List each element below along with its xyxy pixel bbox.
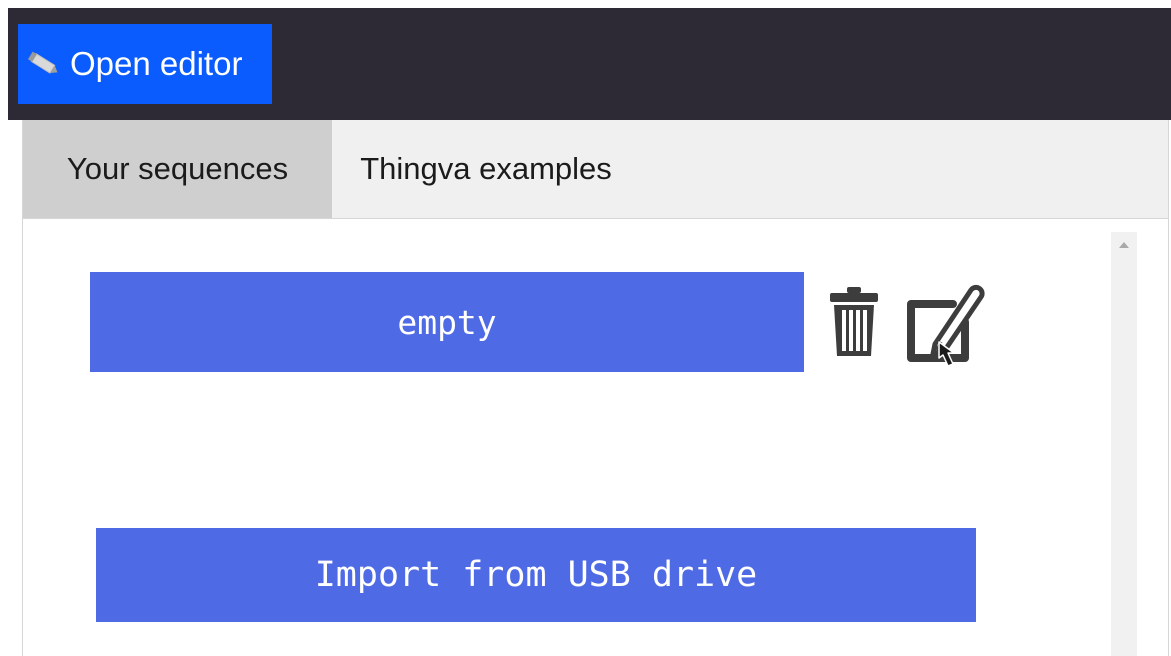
pencil-icon bbox=[27, 49, 62, 79]
tab-your-sequences[interactable]: Your sequences bbox=[23, 120, 332, 218]
tab-thingva-examples[interactable]: Thingva examples bbox=[332, 120, 640, 218]
sequence-button[interactable]: empty bbox=[90, 272, 804, 372]
scroll-up-arrow-icon[interactable] bbox=[1119, 242, 1129, 248]
import-usb-button[interactable]: Import from USB drive bbox=[96, 528, 976, 622]
tab-bar: Your sequences Thingva examples bbox=[23, 120, 1168, 219]
tab-label: Thingva examples bbox=[360, 151, 612, 186]
tab-label: Your sequences bbox=[66, 151, 289, 186]
sequences-panel: Your sequences Thingva examples empty Im… bbox=[22, 120, 1169, 656]
top-bar: Open editor bbox=[8, 8, 1171, 120]
edit-icon[interactable] bbox=[901, 280, 987, 376]
open-editor-label: Open editor bbox=[70, 45, 243, 82]
open-editor-button[interactable]: Open editor bbox=[18, 24, 272, 104]
trash-icon[interactable] bbox=[825, 286, 883, 358]
scrollbar[interactable] bbox=[1111, 232, 1137, 656]
